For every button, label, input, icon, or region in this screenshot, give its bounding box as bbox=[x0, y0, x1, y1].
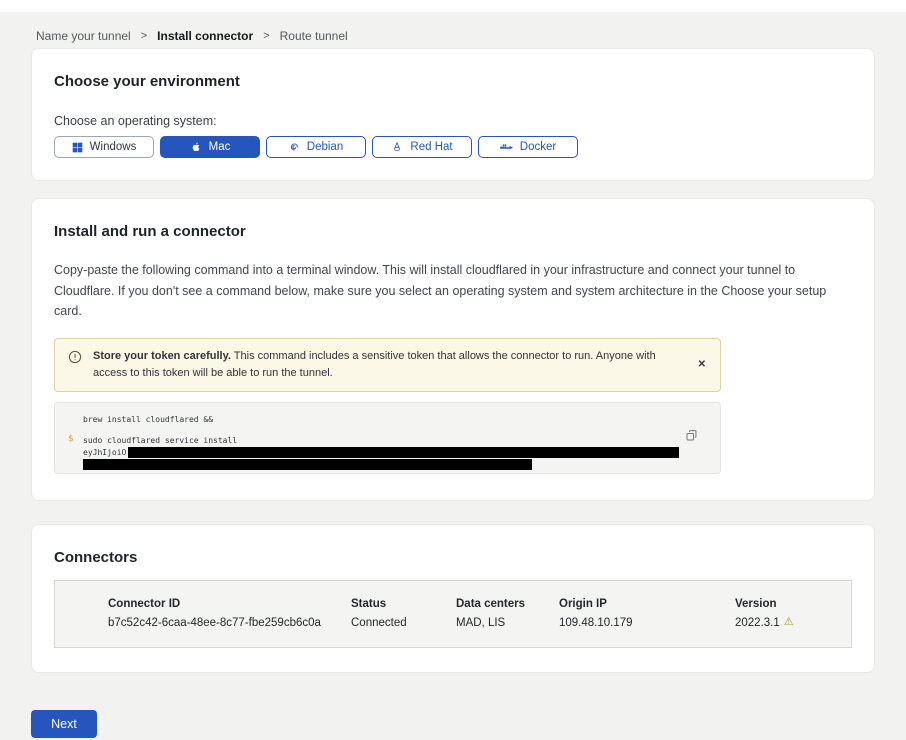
breadcrumb-name-your-tunnel[interactable]: Name your tunnel bbox=[36, 29, 131, 43]
os-button-label: Docker bbox=[520, 141, 556, 153]
connectors-card-title: Connectors bbox=[54, 549, 852, 566]
redacted-token-bar bbox=[83, 459, 532, 470]
install-card-title: Install and run a connector bbox=[54, 223, 852, 240]
command-line-1: brew install cloudflared && bbox=[83, 414, 680, 426]
data-centers-value: MAD, LIS bbox=[456, 617, 559, 629]
breadcrumb: Name your tunnel > Install connector > R… bbox=[0, 12, 906, 48]
connector-id-value: b7c52c42-6caa-48ee-8c77-fbe259cb6c0a bbox=[108, 617, 351, 629]
connectors-table: Connector ID Status Data centers Origin … bbox=[54, 580, 852, 648]
column-header-data-centers: Data centers bbox=[456, 598, 559, 610]
version-value: 2022.3.1 ⚠ bbox=[735, 617, 851, 629]
breadcrumb-separator: > bbox=[263, 30, 269, 42]
top-strip bbox=[0, 0, 906, 12]
docker-icon bbox=[500, 142, 513, 153]
redacted-token-bar bbox=[128, 447, 679, 458]
table-row: b7c52c42-6caa-48ee-8c77-fbe259cb6c0a Con… bbox=[108, 617, 851, 629]
windows-icon bbox=[72, 142, 83, 153]
next-button[interactable]: Next bbox=[31, 710, 97, 738]
os-button-label: Windows bbox=[90, 141, 137, 153]
copy-icon[interactable] bbox=[685, 429, 698, 445]
install-command-block: $ brew install cloudflared && sudo cloud… bbox=[54, 402, 721, 474]
debian-icon bbox=[289, 142, 300, 153]
alert-circle-icon bbox=[68, 350, 82, 370]
apple-icon bbox=[190, 141, 202, 153]
os-button-label: Debian bbox=[307, 141, 343, 153]
install-card: Install and run a connector Copy-paste t… bbox=[31, 198, 875, 501]
os-button-row: Windows Mac Debian Red Hat bbox=[54, 136, 852, 158]
footer: Next bbox=[31, 710, 906, 738]
breadcrumb-install-connector[interactable]: Install connector bbox=[157, 29, 253, 43]
token-prefix: eyJhIjoiO bbox=[83, 448, 126, 457]
column-header-origin-ip: Origin IP bbox=[559, 598, 735, 610]
os-button-redhat[interactable]: Red Hat bbox=[372, 136, 472, 158]
environment-card: Choose your environment Choose an operat… bbox=[31, 48, 875, 181]
warning-triangle-icon: ⚠ bbox=[784, 617, 794, 628]
close-icon[interactable]: ✕ bbox=[698, 360, 706, 370]
table-header-row: Connector ID Status Data centers Origin … bbox=[108, 598, 851, 610]
redhat-icon bbox=[391, 141, 403, 153]
command-line-2: sudo cloudflared service install bbox=[83, 435, 680, 447]
status-badge: Connected bbox=[351, 617, 456, 629]
os-button-label: Mac bbox=[209, 141, 231, 153]
breadcrumb-route-tunnel[interactable]: Route tunnel bbox=[280, 29, 348, 43]
page-content: Choose your environment Choose an operat… bbox=[31, 48, 875, 673]
warning-title: Store your token carefully. bbox=[93, 350, 231, 362]
os-button-label: Red Hat bbox=[410, 141, 452, 153]
terminal-prompt: $ bbox=[68, 434, 73, 444]
os-select-label: Choose an operating system: bbox=[54, 114, 852, 128]
install-description: Copy-paste the following command into a … bbox=[54, 260, 852, 322]
column-header-version: Version bbox=[735, 598, 851, 610]
os-button-docker[interactable]: Docker bbox=[478, 136, 578, 158]
version-number: 2022.3.1 bbox=[735, 617, 780, 629]
connectors-card: Connectors Connector ID Status Data cent… bbox=[31, 524, 875, 673]
token-warning-banner: Store your token carefully. This command… bbox=[54, 338, 721, 392]
os-button-windows[interactable]: Windows bbox=[54, 136, 154, 158]
origin-ip-value: 109.48.10.179 bbox=[559, 617, 735, 629]
environment-card-title: Choose your environment bbox=[54, 73, 852, 90]
os-button-debian[interactable]: Debian bbox=[266, 136, 366, 158]
breadcrumb-separator: > bbox=[141, 30, 147, 42]
column-header-connector-id: Connector ID bbox=[108, 598, 351, 610]
os-button-mac[interactable]: Mac bbox=[160, 136, 260, 158]
column-header-status: Status bbox=[351, 598, 456, 610]
